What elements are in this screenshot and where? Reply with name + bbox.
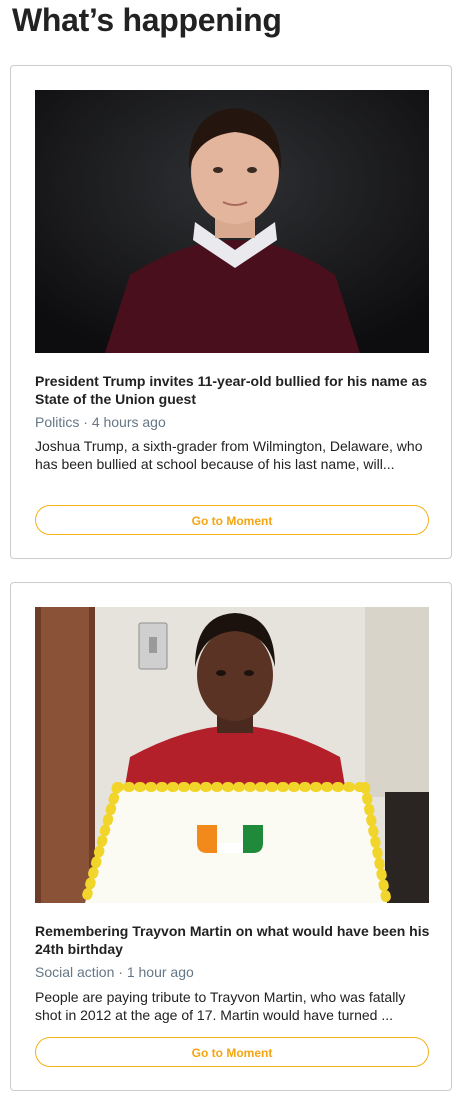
meta-separator: · xyxy=(118,964,123,980)
moment-time: 1 hour ago xyxy=(126,964,194,980)
moment-category: Politics xyxy=(35,414,80,430)
meta-separator: · xyxy=(83,414,88,430)
boy-portrait-photo xyxy=(35,90,429,353)
moment-meta: Social action · 1 hour ago xyxy=(35,964,194,980)
moment-category: Social action xyxy=(35,964,115,980)
go-to-moment-button[interactable]: Go to Moment xyxy=(35,505,429,535)
moment-card: Remembering Trayvon Martin on what would… xyxy=(10,582,452,1091)
moment-card: President Trump invites 11-year-old bull… xyxy=(10,65,452,559)
go-to-moment-button[interactable]: Go to Moment xyxy=(35,1037,429,1067)
section-title: What’s happening xyxy=(12,2,282,38)
moment-meta: Politics · 4 hours ago xyxy=(35,414,166,430)
moment-image[interactable] xyxy=(35,607,429,903)
moment-description: People are paying tribute to Trayvon Mar… xyxy=(35,989,406,1023)
moment-time: 4 hours ago xyxy=(91,414,166,430)
moment-image[interactable] xyxy=(35,90,429,353)
birthday-cake-photo xyxy=(35,607,429,903)
moment-headline[interactable]: President Trump invites 11-year-old bull… xyxy=(35,372,431,408)
moment-headline[interactable]: Remembering Trayvon Martin on what would… xyxy=(35,922,431,958)
moment-description: Joshua Trump, a sixth-grader from Wilmin… xyxy=(35,438,423,472)
